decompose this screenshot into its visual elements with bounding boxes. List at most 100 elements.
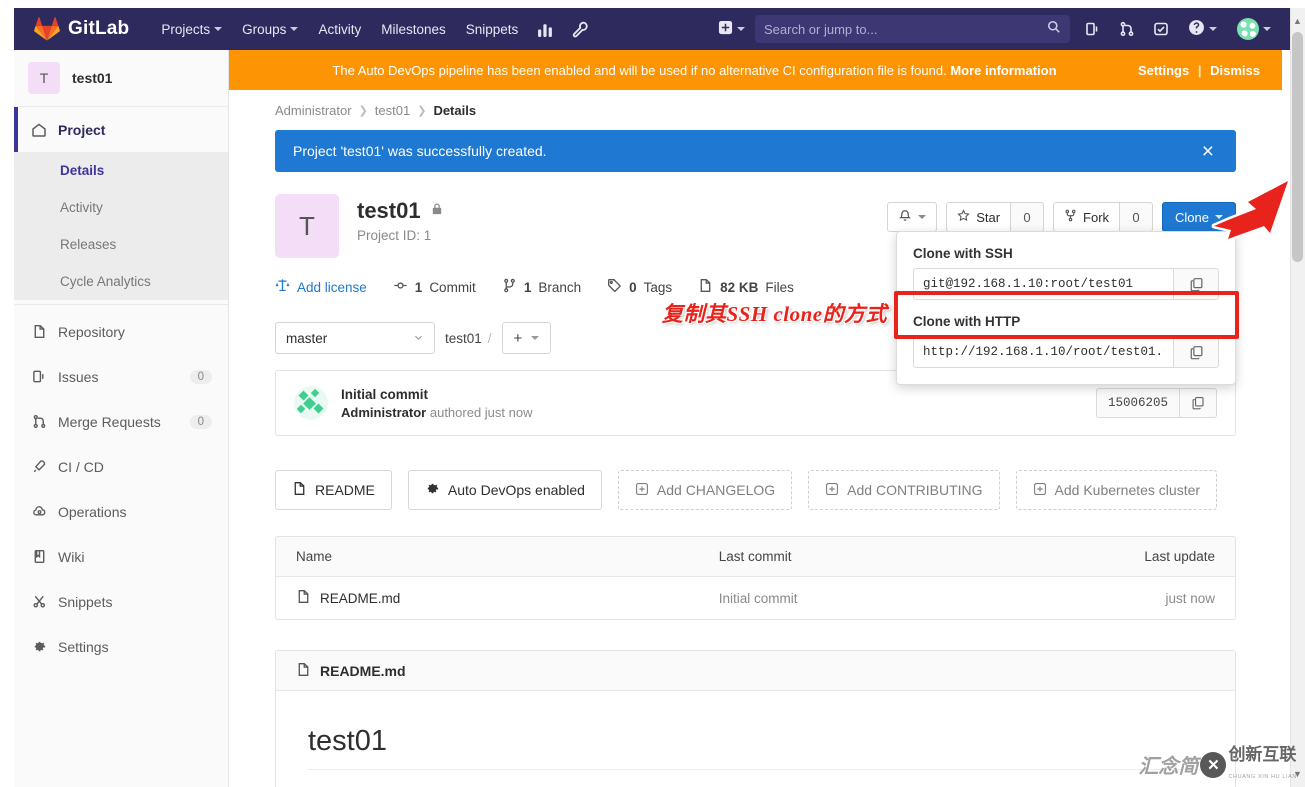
chevron-down-icon	[1263, 27, 1271, 31]
nav-groups-label: Groups	[242, 21, 287, 37]
sidebar-item-cycle-analytics[interactable]: Cycle Analytics	[14, 263, 228, 300]
table-row[interactable]: README.md Initial commit just now	[276, 577, 1235, 619]
nav-activity-label: Activity	[318, 21, 362, 37]
sidebar-item-project[interactable]: Project	[14, 107, 228, 152]
sidebar-item-repository[interactable]: Repository	[14, 309, 228, 354]
commits-stat[interactable]: 1 Commit	[393, 278, 476, 296]
sidebar-item-ci-cd[interactable]: CI / CD	[14, 444, 228, 489]
files-size-stat[interactable]: 82 KB Files	[698, 278, 794, 296]
sidebar-project-name: test01	[72, 70, 113, 86]
sidebar-item-issues[interactable]: Issues 0	[14, 354, 228, 399]
gitlab-logo-icon	[34, 16, 60, 42]
tags-stat[interactable]: 0 Tags	[607, 278, 672, 296]
more-information-link[interactable]: More information	[950, 63, 1056, 78]
success-alert-text: Project 'test01' was successfully create…	[293, 143, 547, 159]
sidebar-item-snippets[interactable]: Snippets	[14, 579, 228, 624]
sidebar-item-releases[interactable]: Releases	[14, 226, 228, 263]
nav-projects[interactable]: Projects	[151, 16, 232, 43]
repo-path-root[interactable]: test01	[445, 331, 482, 346]
create-new-dropdown[interactable]	[708, 14, 755, 44]
success-alert: Project 'test01' was successfully create…	[275, 130, 1236, 172]
chevron-down-icon	[1209, 27, 1217, 31]
star-button[interactable]: Star	[946, 202, 1011, 232]
notification-dropdown[interactable]	[887, 202, 938, 232]
search-box[interactable]	[755, 15, 1070, 43]
close-icon[interactable]: ×	[1198, 141, 1218, 162]
copy-icon[interactable]	[1173, 336, 1219, 368]
clone-http-input[interactable]	[913, 336, 1173, 368]
readme-card-title[interactable]: README.md	[320, 663, 406, 679]
files-header-last-update: Last update	[1144, 549, 1215, 564]
plus-icon: +	[513, 329, 523, 347]
branches-stat[interactable]: 1 Branch	[502, 278, 581, 296]
sidebar-item-operations[interactable]: Operations	[14, 489, 228, 534]
clone-ssh-input[interactable]	[913, 268, 1173, 300]
banner-dismiss-link[interactable]: Dismiss	[1210, 63, 1260, 78]
banner-settings-link[interactable]: Settings	[1138, 63, 1189, 78]
sidebar-item-ci-cd-label: CI / CD	[58, 458, 104, 475]
nav-milestones[interactable]: Milestones	[371, 16, 456, 43]
file-icon	[296, 662, 311, 680]
nav-groups[interactable]: Groups	[232, 16, 308, 43]
add-contributing-button[interactable]: Add CONTRIBUTING	[808, 470, 1000, 510]
sidebar-item-details[interactable]: Details	[14, 152, 228, 189]
sidebar-item-releases-label: Releases	[60, 237, 117, 252]
add-changelog-button[interactable]: Add CHANGELOG	[617, 470, 793, 510]
commit-author[interactable]: Administrator	[341, 405, 426, 420]
help-dropdown[interactable]	[1178, 13, 1227, 45]
branch-selector-value: master	[286, 330, 328, 346]
user-menu-dropdown[interactable]	[1227, 12, 1281, 46]
sidebar-item-settings[interactable]: Settings	[14, 624, 228, 669]
star-count[interactable]: 0	[1010, 202, 1045, 232]
files-table: Name Last commit Last update README.md I…	[275, 536, 1236, 620]
commit-message[interactable]: Initial commit	[341, 387, 532, 402]
file-name[interactable]: README.md	[320, 591, 400, 606]
nav-activity[interactable]: Activity	[308, 16, 371, 43]
sidebar-item-wiki[interactable]: Wiki	[14, 534, 228, 579]
wrench-icon[interactable]	[563, 15, 598, 44]
breadcrumb-test01[interactable]: test01	[375, 103, 410, 118]
commit-time: authored just now	[429, 404, 533, 420]
files-table-header: Name Last commit Last update	[276, 537, 1235, 577]
scroll-up-icon[interactable]: ▲	[1291, 14, 1304, 28]
readme-button-label: README	[315, 482, 375, 498]
chevron-down-icon	[413, 331, 424, 346]
breadcrumb-administrator[interactable]: Administrator	[275, 103, 352, 118]
commit-sha[interactable]: 15006205	[1095, 388, 1179, 418]
sidebar-item-repository-label: Repository	[58, 323, 125, 340]
vertical-scrollbar[interactable]: ▲ ▼	[1290, 8, 1305, 787]
clone-button[interactable]: Clone	[1162, 202, 1236, 232]
todos-icon[interactable]	[1144, 15, 1178, 43]
sidebar-subnav: Details Activity Releases Cycle Analytic…	[14, 152, 228, 300]
merge-requests-icon[interactable]	[1110, 15, 1144, 43]
sidebar-item-merge-requests[interactable]: Merge Requests 0	[14, 399, 228, 444]
analytics-icon[interactable]	[528, 15, 563, 44]
sidebar-project-header[interactable]: T test01	[14, 50, 228, 107]
sidebar-item-activity[interactable]: Activity	[14, 189, 228, 226]
clone-http-label: Clone with HTTP	[913, 314, 1021, 329]
scrollbar-thumb[interactable]	[1292, 32, 1303, 262]
page-content: Administrator ❯ test01 ❯ Details Project…	[229, 90, 1282, 787]
repo-path-separator: /	[487, 330, 492, 346]
fork-button[interactable]: Fork	[1053, 202, 1120, 232]
nav-snippets[interactable]: Snippets	[456, 16, 529, 43]
sidebar-item-cycle-analytics-label: Cycle Analytics	[60, 274, 151, 289]
watermark-brand-cn: 创新互联	[1228, 745, 1297, 764]
balance-scale-icon	[275, 278, 290, 296]
sidebar-project-avatar: T	[28, 62, 60, 94]
branch-selector[interactable]: master	[275, 322, 435, 354]
add-to-repo-dropdown[interactable]: +	[501, 322, 552, 354]
copy-icon[interactable]	[1173, 268, 1219, 300]
issues-icon[interactable]	[1076, 15, 1110, 43]
sidebar-divider	[14, 304, 228, 305]
clone-dropdown-panel: Clone with SSH Clone with HTTP	[896, 231, 1236, 385]
file-last-commit[interactable]: Initial commit	[719, 591, 1068, 606]
copy-icon[interactable]	[1179, 388, 1217, 418]
fork-count[interactable]: 0	[1119, 202, 1154, 232]
auto-devops-button[interactable]: Auto DevOps enabled	[407, 470, 602, 510]
readme-button[interactable]: README	[275, 470, 392, 510]
search-input[interactable]	[764, 21, 1047, 37]
add-kubernetes-cluster-button[interactable]: Add Kubernetes cluster	[1015, 470, 1218, 510]
plus-box-icon	[718, 20, 733, 38]
add-license-stat[interactable]: Add license	[275, 278, 367, 296]
